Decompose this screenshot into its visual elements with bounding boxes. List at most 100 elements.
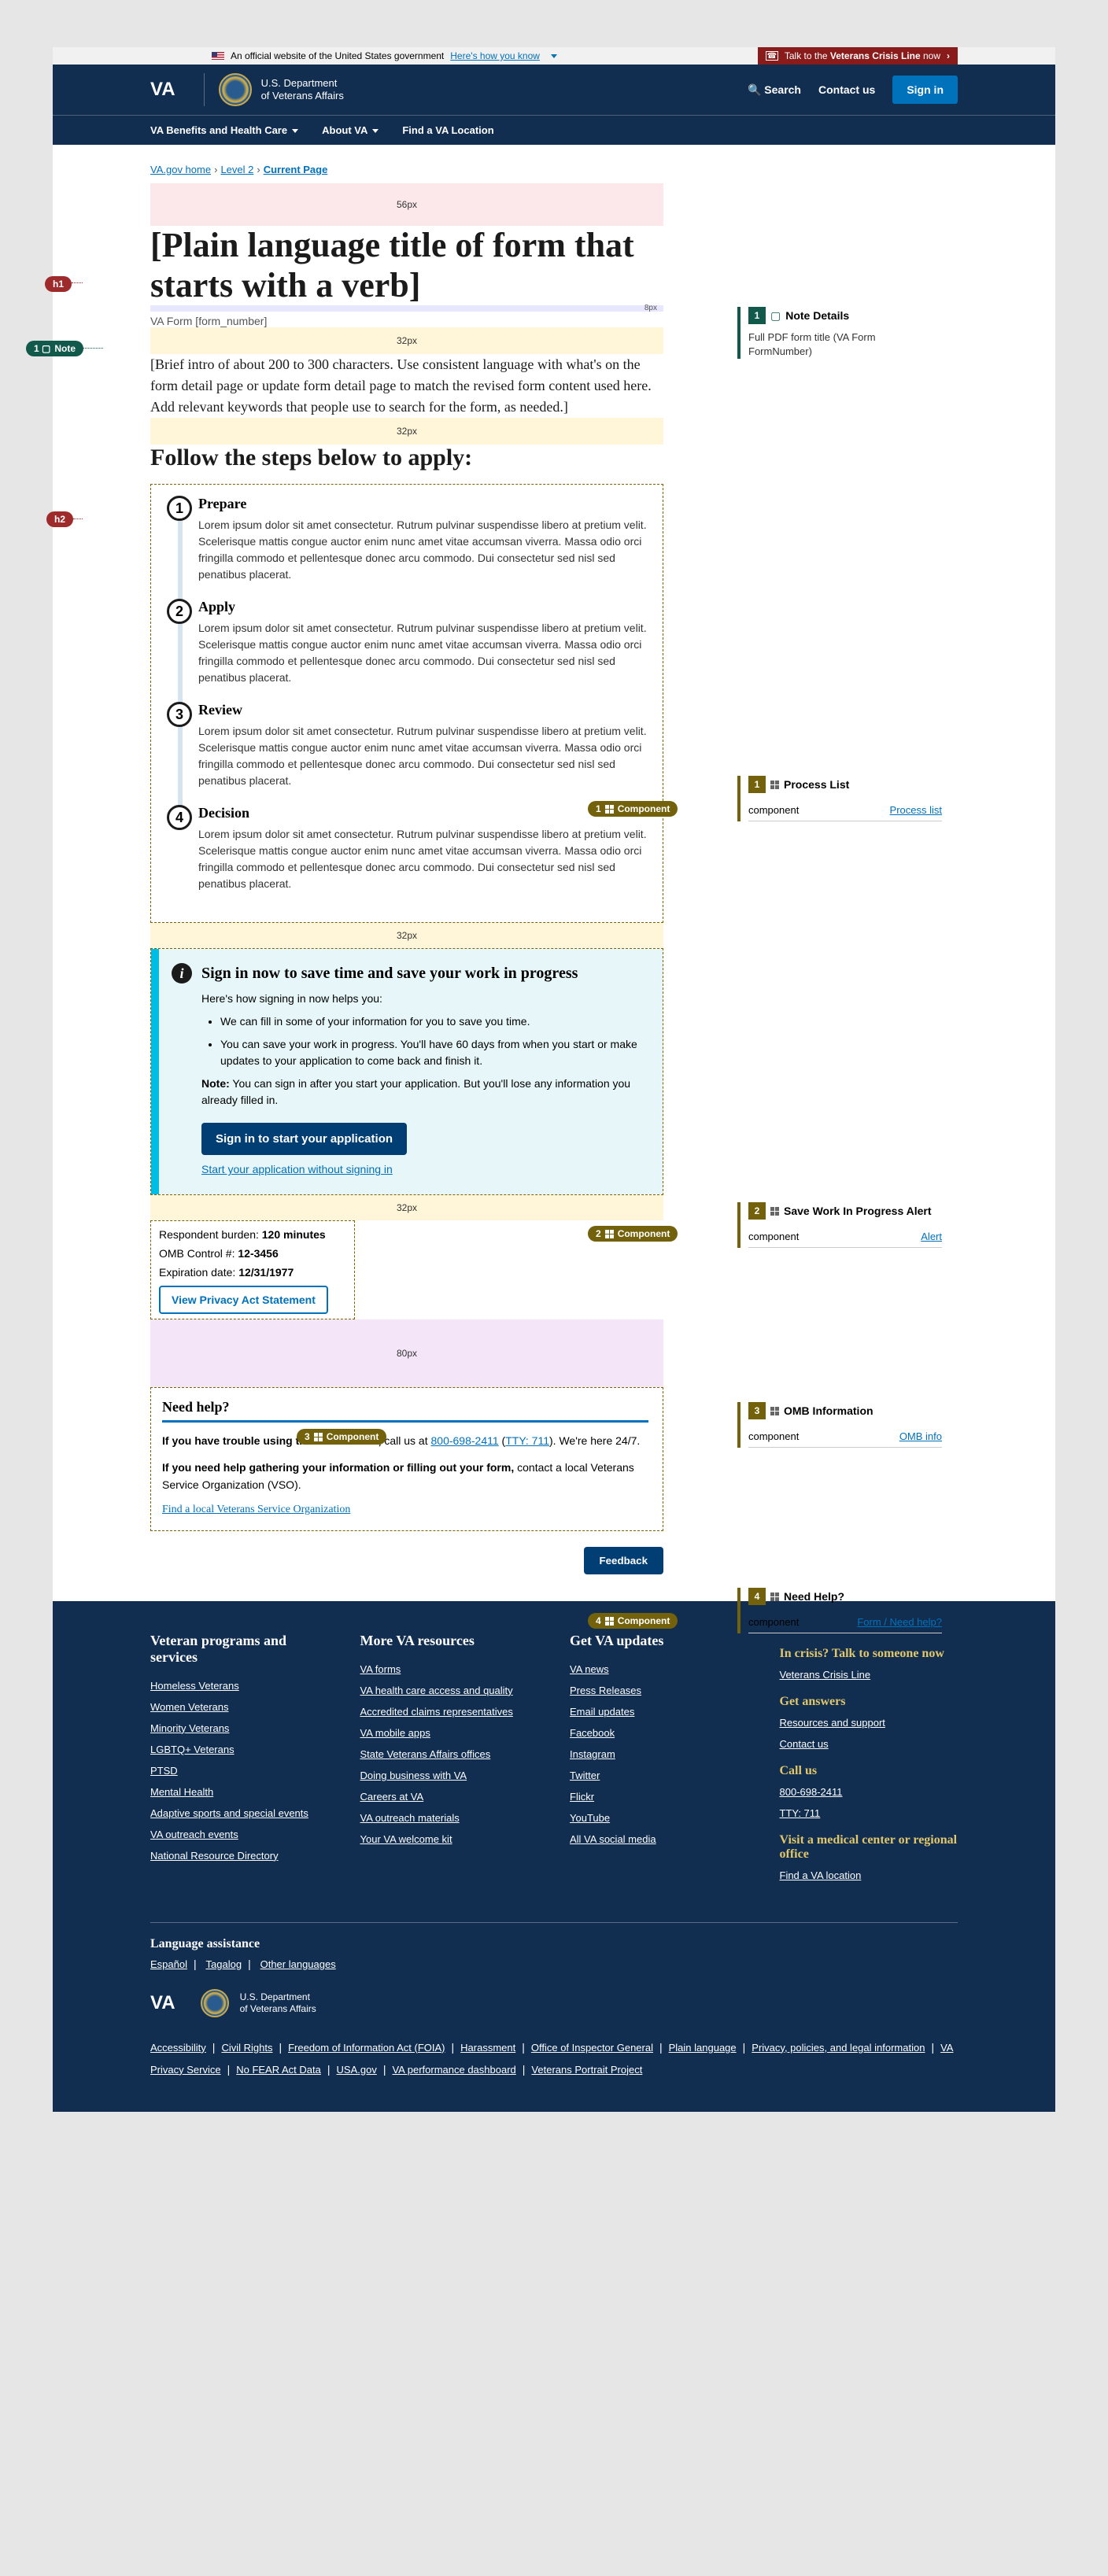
footer-link[interactable]: National Resource Directory [150,1850,329,1862]
side-link[interactable]: OMB info [899,1430,942,1442]
site-header: VA U.S. Department of Veterans Affairs 🔍… [53,65,1055,115]
step-body: Lorem ipsum dolor sit amet consectetur. … [198,826,648,892]
annotation-h1: h1 [45,276,72,292]
footer-link[interactable]: USA.gov [337,2064,377,2076]
footer-link[interactable]: Adaptive sports and special events [150,1807,329,1819]
footer-link[interactable]: Contact us [780,1738,958,1750]
help-tty-link[interactable]: TTY: 711 [505,1434,549,1447]
footer-link[interactable]: Doing business with VA [360,1770,539,1781]
footer-link[interactable]: Twitter [570,1770,748,1781]
footer-link[interactable]: Civil Rights [221,2042,272,2054]
help-phone-link[interactable]: 800-698-2411 [431,1434,499,1447]
footer-link[interactable]: Plain language [669,2042,737,2054]
footer-link[interactable]: Women Veterans [150,1701,329,1713]
footer-link[interactable]: Minority Veterans [150,1722,329,1734]
alert-title: Sign in now to save time and save your w… [201,965,644,983]
side-link[interactable]: Process list [890,804,942,816]
footer-link[interactable]: 800-698-2411 [780,1786,958,1798]
footer-link[interactable]: VA health care access and quality [360,1685,539,1696]
footer-col1-h: Veteran programs and services [150,1633,329,1666]
breadcrumb-current[interactable]: Current Page [264,164,328,175]
footer-link[interactable]: TTY: 711 [780,1807,958,1819]
footer-link[interactable]: State Veterans Affairs offices [360,1748,539,1760]
footer-crisis-h: In crisis? Talk to someone now [780,1647,958,1661]
annotation-h2: h2 [46,511,73,527]
footer-link[interactable]: Find a VA location [780,1869,958,1881]
footer-link[interactable]: Harassment [460,2042,515,2054]
footer-link[interactable]: YouTube [570,1812,748,1824]
omb-exp: 12/31/1977 [238,1266,294,1279]
footer-link[interactable]: Freedom of Information Act (FOIA) [288,2042,445,2054]
gov-banner-link[interactable]: Here's how you know [450,50,540,61]
side-link[interactable]: Alert [921,1231,942,1242]
nav-find[interactable]: Find a VA Location [402,124,493,136]
footer-link[interactable]: Tagalog [206,1958,242,1970]
site-footer: Veteran programs and services Homeless Ve… [53,1601,1055,2112]
footer-link[interactable]: VA performance dashboard [392,2064,515,2076]
footer-link[interactable]: Flickr [570,1791,748,1803]
step-body: Lorem ipsum dolor sit amet consectetur. … [198,620,648,686]
breadcrumb-l2[interactable]: Level 2 [220,164,253,175]
find-vso-link[interactable]: Find a local Veterans Service Organizati… [162,1504,350,1515]
footer-visit-h: Visit a medical center or regional offic… [780,1833,958,1862]
nav-about[interactable]: About VA [322,124,379,136]
side-link[interactable]: Form / Need help? [857,1616,942,1628]
dept-line2: of Veterans Affairs [261,90,344,102]
footer-link[interactable]: VA mobile apps [360,1727,539,1739]
footer-link[interactable]: All VA social media [570,1833,748,1845]
footer-link[interactable]: PTSD [150,1765,329,1777]
spacer-blue: 8px [150,305,663,312]
footer-link[interactable]: Veterans Portrait Project [531,2064,642,2076]
lang-links: Español| Tagalog| Other languages [150,1958,958,1970]
footer-link[interactable]: Instagram [570,1748,748,1760]
start-without-signin-link[interactable]: Start your application without signing i… [201,1163,644,1175]
footer-link[interactable]: Accredited claims representatives [360,1706,539,1718]
omb-exp-label: Expiration date: [159,1266,235,1279]
process-step: 3ReviewLorem ipsum dolor sit amet consec… [167,702,648,805]
footer-link[interactable]: Español [150,1958,187,1970]
footer-link[interactable]: Careers at VA [360,1791,539,1803]
annotation-component-1: 1 Component [588,801,678,817]
footer-link[interactable]: VA forms [360,1663,539,1675]
footer-link[interactable]: Resources and support [780,1717,958,1729]
va-logo[interactable]: VA [150,79,175,101]
signin-start-button[interactable]: Sign in to start your application [201,1123,407,1155]
crisis-line-banner[interactable]: ☎ Talk to the Veterans Crisis Line now › [758,47,958,65]
footer-link[interactable]: Veterans Crisis Line [780,1669,958,1681]
side-omb: 3OMB Information componentOMB info [737,1402,942,1448]
footer-link[interactable]: Mental Health [150,1786,329,1798]
footer-link[interactable]: Press Releases [570,1685,748,1696]
omb-burden: 120 minutes [262,1228,326,1241]
breadcrumb-l1[interactable]: VA.gov home [150,164,211,175]
footer-link[interactable]: Facebook [570,1727,748,1739]
side-need-help: 4Need Help? componentForm / Need help? [737,1588,942,1633]
form-subtitle: VA Form [form_number] [150,315,663,327]
privacy-act-button[interactable]: View Privacy Act Statement [159,1286,328,1314]
footer-link[interactable]: VA outreach materials [360,1812,539,1824]
contact-link[interactable]: Contact us [818,83,875,96]
footer-link[interactable]: Privacy, policies, and legal information [752,2042,925,2054]
va-logo-footer: VA [150,1992,175,2014]
footer-link[interactable]: Other languages [260,1958,336,1970]
omb-component: Respondent burden: 120 minutes OMB Contr… [150,1220,355,1319]
step-body: Lorem ipsum dolor sit amet consectetur. … [198,517,648,583]
dept-text: U.S. Department of Veterans Affairs [261,77,344,101]
footer-link[interactable]: Accessibility [150,2042,206,2054]
footer-link[interactable]: VA outreach events [150,1829,329,1840]
signin-button[interactable]: Sign in [892,76,958,104]
nav-benefits[interactable]: VA Benefits and Health Care [150,124,298,136]
footer-link[interactable]: VA news [570,1663,748,1675]
step-title: Review [198,702,648,718]
footer-link[interactable]: Your VA welcome kit [360,1833,539,1845]
search-link[interactable]: 🔍 Search [748,83,801,97]
annotation-component-3: 3 Component [297,1429,386,1445]
footer-link[interactable]: Homeless Veterans [150,1680,329,1692]
feedback-button[interactable]: Feedback [584,1547,664,1574]
footer-link[interactable]: No FEAR Act Data [236,2064,321,2076]
lang-assist-heading: Language assistance [150,1937,958,1951]
spacer-yellow: 32px [150,1195,663,1220]
footer-link[interactable]: Email updates [570,1706,748,1718]
footer-link[interactable]: Office of Inspector General [531,2042,653,2054]
footer-link[interactable]: LGBTQ+ Veterans [150,1744,329,1755]
step-title: Apply [198,599,648,615]
